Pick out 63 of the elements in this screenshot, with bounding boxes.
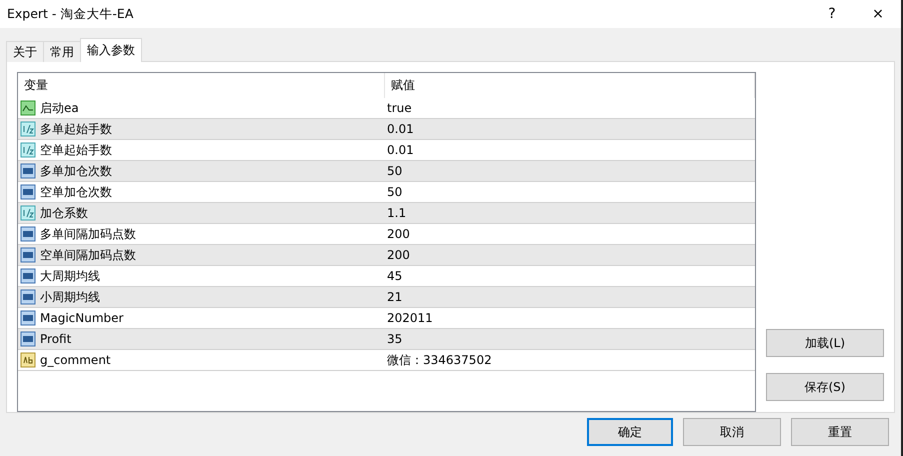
variable-value: 1.1: [387, 206, 406, 220]
variable-value: 202011: [387, 311, 433, 325]
variable-value: 21: [387, 290, 402, 304]
dialog-button[interactable]: 重置: [791, 418, 889, 446]
variable-value: 35: [387, 332, 402, 346]
dialog-button[interactable]: 确定: [587, 418, 673, 446]
side-button[interactable]: 加载(L): [766, 329, 884, 357]
number-icon: [20, 226, 36, 242]
tab[interactable]: 常用: [43, 41, 81, 62]
table-row[interactable]: 启动ea true: [18, 98, 755, 119]
table-row[interactable]: 加仓系数 1.1: [18, 203, 755, 224]
variable-value: 0.01: [387, 122, 414, 136]
variable-value: 50: [387, 185, 402, 199]
number-icon: [20, 163, 36, 179]
variable-value: true: [387, 101, 412, 115]
variable-name: 小周期均线: [40, 288, 100, 306]
fraction-icon: [20, 142, 36, 158]
variable-value: 微信：334637502: [387, 352, 492, 368]
number-icon: [20, 184, 36, 200]
variable-name: 启动ea: [40, 100, 79, 116]
variable-name: Profit: [40, 332, 72, 346]
variable-name: 多单间隔加码点数: [40, 226, 136, 242]
side-button[interactable]: 保存(S): [766, 373, 884, 401]
table-row[interactable]: 大周期均线 45: [18, 266, 755, 287]
toggle-icon: [20, 100, 36, 116]
variable-name: 空单起始手数: [40, 142, 112, 158]
table-row[interactable]: MagicNumber 202011: [18, 308, 755, 329]
help-button[interactable]: ?: [809, 0, 855, 28]
table-row[interactable]: 空单起始手数 0.01: [18, 140, 755, 161]
number-icon: [20, 331, 36, 347]
variable-value: 0.01: [387, 143, 414, 157]
variable-name: 空单加仓次数: [40, 184, 112, 200]
variable-name: 空单间隔加码点数: [40, 246, 136, 264]
variable-name: 加仓系数: [40, 204, 88, 222]
variable-value: 45: [387, 269, 402, 283]
dialog-button[interactable]: 取消: [683, 418, 781, 446]
text-icon: [20, 352, 36, 368]
variable-name: MagicNumber: [40, 311, 124, 325]
table-row[interactable]: 小周期均线 21: [18, 287, 755, 308]
variable-name: 多单起始手数: [40, 120, 112, 138]
table-row[interactable]: 多单加仓次数 50: [18, 161, 755, 182]
window-title: Expert - 淘金大牛-EA: [7, 6, 134, 22]
close-button[interactable]: ×: [855, 0, 901, 28]
table-row[interactable]: 空单加仓次数 50: [18, 182, 755, 203]
number-icon: [20, 268, 36, 284]
tab[interactable]: 关于: [6, 41, 44, 62]
table-row[interactable]: g_comment 微信：334637502: [18, 350, 755, 371]
number-icon: [20, 310, 36, 326]
variable-name: 大周期均线: [40, 268, 100, 284]
tab[interactable]: 输入参数: [80, 38, 142, 62]
table-row[interactable]: 多单间隔加码点数 200: [18, 224, 755, 245]
number-icon: [20, 289, 36, 305]
fraction-icon: [20, 205, 36, 221]
table-row[interactable]: Profit 35: [18, 329, 755, 350]
variable-value: 200: [387, 227, 410, 241]
variable-name: 多单加仓次数: [40, 162, 112, 180]
table-row[interactable]: 多单起始手数 0.01: [18, 119, 755, 140]
variable-value: 200: [387, 248, 410, 262]
fraction-icon: [20, 121, 36, 137]
table-row[interactable]: 空单间隔加码点数 200: [18, 245, 755, 266]
number-icon: [20, 247, 36, 263]
variable-value: 50: [387, 164, 402, 178]
variable-name: g_comment: [40, 353, 111, 367]
